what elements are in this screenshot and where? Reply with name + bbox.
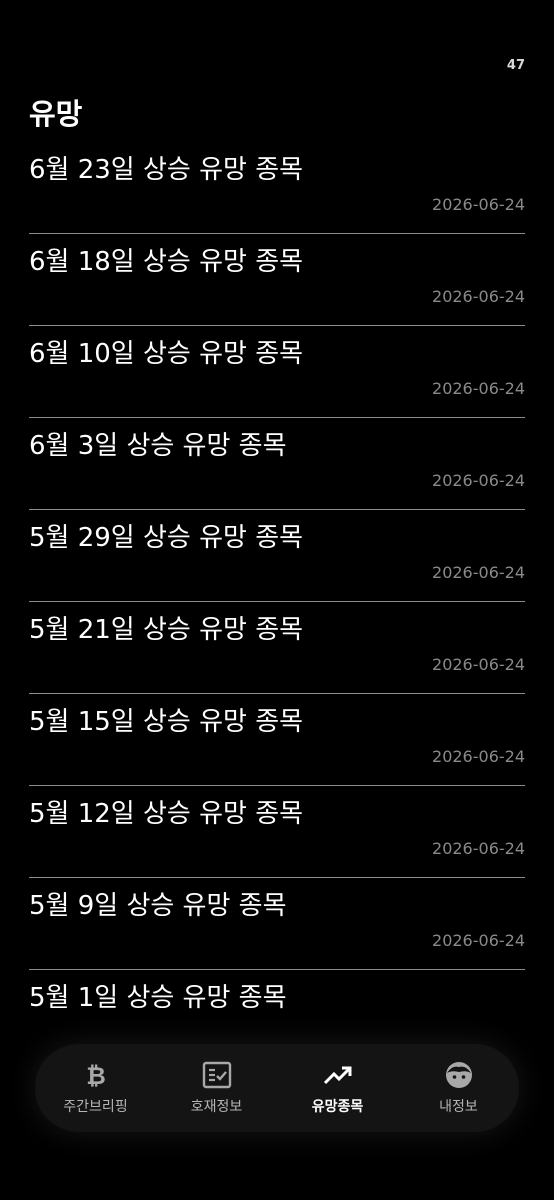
svg-text:₿: ₿ (86, 1062, 106, 1089)
list-item[interactable]: 6월 18일 상승 유망 종목 2026-06-24 (29, 234, 525, 326)
item-date: 2026-06-24 (432, 655, 525, 674)
nav-item-news[interactable]: 호재정보 (162, 1060, 272, 1116)
nav-item-promising-stocks[interactable]: 유망종목 (283, 1060, 393, 1116)
checklist-icon (202, 1060, 232, 1090)
item-title: 6월 23일 상승 유망 종목 (29, 155, 304, 185)
item-date: 2026-06-24 (432, 195, 525, 214)
item-title: 5월 9일 상승 유망 종목 (29, 891, 287, 921)
nav-label: 유망종목 (311, 1099, 364, 1115)
item-date: 2026-06-24 (432, 471, 525, 490)
item-title: 5월 1일 상승 유망 종목 (29, 983, 287, 1013)
list-item[interactable]: 5월 9일 상승 유망 종목 2026-06-24 (29, 878, 525, 970)
nav-label: 주간브리핑 (63, 1099, 128, 1115)
list-item[interactable]: 5월 21일 상승 유망 종목 2026-06-24 (29, 602, 525, 694)
item-title: 6월 10일 상승 유망 종목 (29, 339, 304, 369)
item-date: 2026-06-24 (432, 563, 525, 582)
item-date: 2026-06-24 (432, 747, 525, 766)
bottom-nav: ₿ 주간브리핑 호재정보 유망종목 내정보 (35, 1044, 519, 1132)
nav-item-my-info[interactable]: 내정보 (404, 1060, 514, 1116)
list-item[interactable]: 5월 15일 상승 유망 종목 2026-06-24 (29, 694, 525, 786)
page-title: 유망 (29, 97, 83, 131)
item-title: 5월 12일 상승 유망 종목 (29, 799, 304, 829)
status-counter: 47 (506, 58, 525, 73)
item-title: 5월 21일 상승 유망 종목 (29, 615, 304, 645)
item-title: 5월 15일 상승 유망 종목 (29, 707, 304, 737)
stock-list: 6월 23일 상승 유망 종목 2026-06-24 6월 18일 상승 유망 … (29, 142, 525, 1062)
bitcoin-icon: ₿ (81, 1060, 111, 1090)
item-title: 6월 3일 상승 유망 종목 (29, 431, 287, 461)
list-item[interactable]: 5월 29일 상승 유망 종목 2026-06-24 (29, 510, 525, 602)
trending-up-icon (323, 1060, 353, 1090)
nav-label: 호재정보 (190, 1099, 243, 1115)
item-title: 5월 29일 상승 유망 종목 (29, 523, 304, 553)
list-item[interactable]: 5월 12일 상승 유망 종목 2026-06-24 (29, 786, 525, 878)
nav-label: 내정보 (439, 1099, 478, 1115)
item-date: 2026-06-24 (432, 931, 525, 950)
item-date: 2026-06-24 (432, 287, 525, 306)
list-item[interactable]: 6월 10일 상승 유망 종목 2026-06-24 (29, 326, 525, 418)
item-date: 2026-06-24 (432, 379, 525, 398)
item-date: 2026-06-24 (432, 839, 525, 858)
nav-item-weekly-briefing[interactable]: ₿ 주간브리핑 (41, 1060, 151, 1116)
list-item[interactable]: 6월 23일 상승 유망 종목 2026-06-24 (29, 142, 525, 234)
list-item[interactable]: 6월 3일 상승 유망 종목 2026-06-24 (29, 418, 525, 510)
face-icon (444, 1060, 474, 1090)
item-title: 6월 18일 상승 유망 종목 (29, 247, 304, 277)
